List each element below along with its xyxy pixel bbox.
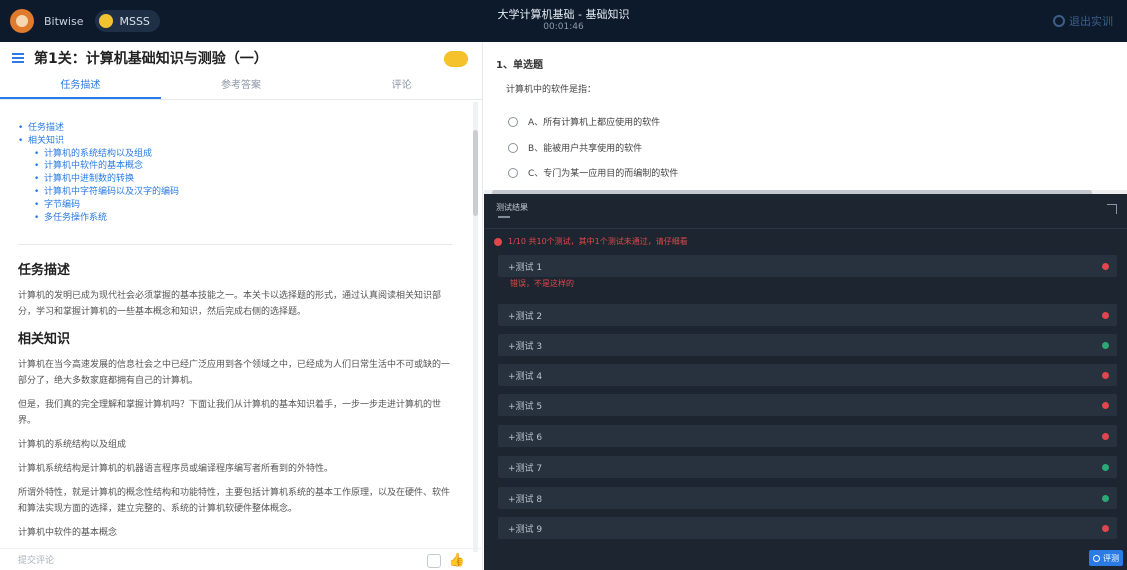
paragraph: 计算机系统结构是计算机的机器语言程序员或编译程序编写者所看到的外特性。 (18, 464, 334, 475)
error-summary: 1/10 共10个测试，其中1个测试未通过，请仔细看 (494, 236, 688, 247)
option-a[interactable]: A、所有计算机上都应使用的软件 (508, 115, 660, 128)
user-avatar[interactable] (10, 9, 34, 33)
test-case-label: +测试 8 (508, 495, 543, 505)
paragraph: 计算机中软件的基本概念 (18, 528, 118, 539)
paragraph: 计算机的系统结构以及组成 (18, 440, 127, 451)
toc-item[interactable]: 任务描述 (18, 122, 452, 135)
question-type: 1、单选题 (496, 60, 543, 71)
comment-input[interactable]: 提交评论 (18, 553, 54, 566)
fail-status-icon (1102, 312, 1109, 319)
expand-icon[interactable] (1107, 204, 1117, 214)
power-icon (1053, 15, 1065, 27)
divider (484, 228, 1127, 229)
fail-status-icon (1102, 263, 1109, 270)
tab-task-description[interactable]: 任务描述 (0, 74, 161, 99)
left-scrollbar[interactable] (473, 102, 478, 552)
case-fail-message: 错误，不是这样的 (510, 279, 574, 288)
results-header: 测试结果 (496, 203, 528, 212)
test-case-row[interactable]: +测试 8 (498, 487, 1117, 509)
footer-actions: 👍 (426, 553, 465, 568)
toc-item[interactable]: 字节编码 (18, 199, 452, 212)
option-label: C、专门为某一应用目的而编制的软件 (528, 169, 679, 179)
task-title: 第1关：计算机基础知识与测验（一） (34, 51, 268, 67)
badge-icon[interactable] (444, 51, 468, 67)
paragraph: 计算机的发明已成为现代社会必须掌握的基本技能之一。本关卡以选择题的形式，通过认真… (18, 291, 442, 318)
fail-status-icon (1102, 525, 1109, 532)
test-case-row[interactable]: +测试 9 (498, 517, 1117, 539)
test-case-label: +测试 2 (508, 312, 543, 322)
timer-text: 00:01:46 (543, 22, 584, 32)
option-label: B、能被用户共享使用的软件 (528, 144, 643, 154)
test-case-label: +测试 1 (508, 263, 543, 273)
test-case-label: +测试 5 (508, 402, 543, 412)
level-icon (99, 14, 114, 28)
test-case-label: +测试 9 (508, 525, 543, 535)
radio-button[interactable] (508, 167, 518, 178)
test-case-label: +测试 3 (508, 342, 543, 352)
toc-item[interactable]: 计算机中字符编码以及汉字的编码 (18, 186, 452, 199)
header-underline (498, 216, 510, 218)
paragraph: 所谓外特性，就是计算机的概念性结构和功能特性，主要包括计算机系统的基本工作原理，… (18, 488, 451, 515)
course-title: 大学计算机基础 - 基础知识 (497, 8, 630, 21)
question-panel: 1、单选题 计算机中的软件是指： A、所有计算机上都应使用的软件 B、能被用户共… (484, 42, 1127, 195)
pass-status-icon (1102, 464, 1109, 471)
comment-footer: 提交评论 👍 (0, 548, 483, 570)
level-label: MSSS (119, 14, 150, 28)
test-case-label: +测试 6 (508, 433, 543, 443)
table-of-contents: 任务描述相关知识计算机的系统结构以及组成计算机中软件的基本概念计算机中进制数的转… (18, 100, 452, 234)
fail-status-icon (1102, 372, 1109, 379)
test-case-label: +测试 7 (508, 464, 543, 474)
option-label: A、所有计算机上都应使用的软件 (528, 118, 661, 128)
fail-status-icon (1102, 433, 1109, 440)
fail-status-icon (1102, 402, 1109, 409)
task-header: 第1关：计算机基础知识与测验（一） (0, 42, 482, 74)
task-tabs: 任务描述 参考答案 评论 (0, 74, 482, 100)
share-icon[interactable] (426, 553, 441, 568)
test-case-row[interactable]: +测试 4 (498, 364, 1117, 386)
menu-icon[interactable] (12, 53, 24, 63)
paragraph: 计算机在当今高速发展的信息社会之中已经广泛应用到各个领域之中，已经成为人们日常生… (18, 360, 451, 387)
level-pill[interactable]: MSSS (95, 10, 160, 32)
toc-item[interactable]: 计算机中进制数的转换 (18, 173, 452, 186)
test-case-row[interactable]: +测试 1 (498, 255, 1117, 277)
divider (18, 244, 452, 246)
top-bar: Bitwise MSSS 大学计算机基础 - 基础知识 00:01:46 退出实… (0, 0, 1127, 42)
option-c[interactable]: C、专门为某一应用目的而编制的软件 (508, 166, 678, 179)
test-case-row[interactable]: +测试 6 (498, 425, 1117, 447)
run-icon (1093, 554, 1100, 562)
results-panel: 测试结果 1/10 共10个测试，其中1个测试未通过，请仔细看 +测试 1 +测试… (484, 194, 1127, 570)
radio-button[interactable] (508, 116, 518, 127)
toc-item[interactable]: 相关知识 (18, 135, 452, 148)
task-content: 任务描述相关知识计算机的系统结构以及组成计算机中软件的基本概念计算机中进制数的转… (0, 100, 470, 552)
run-button[interactable]: 评测 (1089, 550, 1123, 566)
option-b[interactable]: B、能被用户共享使用的软件 (508, 141, 642, 154)
pass-status-icon (1102, 342, 1109, 349)
section-title: 任务描述 (18, 263, 71, 279)
toc-item[interactable]: 多任务操作系统 (18, 212, 452, 225)
test-case-label: +测试 4 (508, 372, 543, 382)
radio-button[interactable] (508, 142, 518, 153)
question-text: 计算机中的软件是指： (506, 85, 597, 95)
brand-name: Bitwise (44, 14, 84, 28)
tab-reference-answer[interactable]: 参考答案 (161, 74, 322, 99)
exit-button[interactable]: 退出实训 (1053, 13, 1113, 29)
error-message: 1/10 共10个测试，其中1个测试未通过，请仔细看 (508, 237, 688, 246)
like-icon[interactable]: 👍 (449, 553, 465, 568)
paragraph: 但是，我们真的完全理解和掌握计算机吗？下面让我们从计算机的基本知识着手，一步一步… (18, 400, 442, 427)
tab-comments[interactable]: 评论 (321, 74, 482, 99)
run-label: 评测 (1103, 553, 1119, 563)
test-case-row[interactable]: +测试 5 (498, 394, 1117, 416)
scroll-thumb[interactable] (473, 130, 478, 216)
test-case-row[interactable]: +测试 3 (498, 334, 1117, 356)
test-case-row[interactable]: +测试 7 (498, 456, 1117, 478)
toc-item[interactable]: 计算机的系统结构以及组成 (18, 148, 452, 161)
section-title: 相关知识 (18, 332, 71, 348)
toc-item[interactable]: 计算机中软件的基本概念 (18, 160, 452, 173)
exit-label: 退出实训 (1069, 15, 1113, 28)
test-case-row[interactable]: +测试 2 (498, 304, 1117, 326)
task-panel: 第1关：计算机基础知识与测验（一） 任务描述 参考答案 评论 任务描述相关知识计… (0, 42, 483, 570)
error-icon (494, 237, 502, 246)
pass-status-icon (1102, 495, 1109, 502)
